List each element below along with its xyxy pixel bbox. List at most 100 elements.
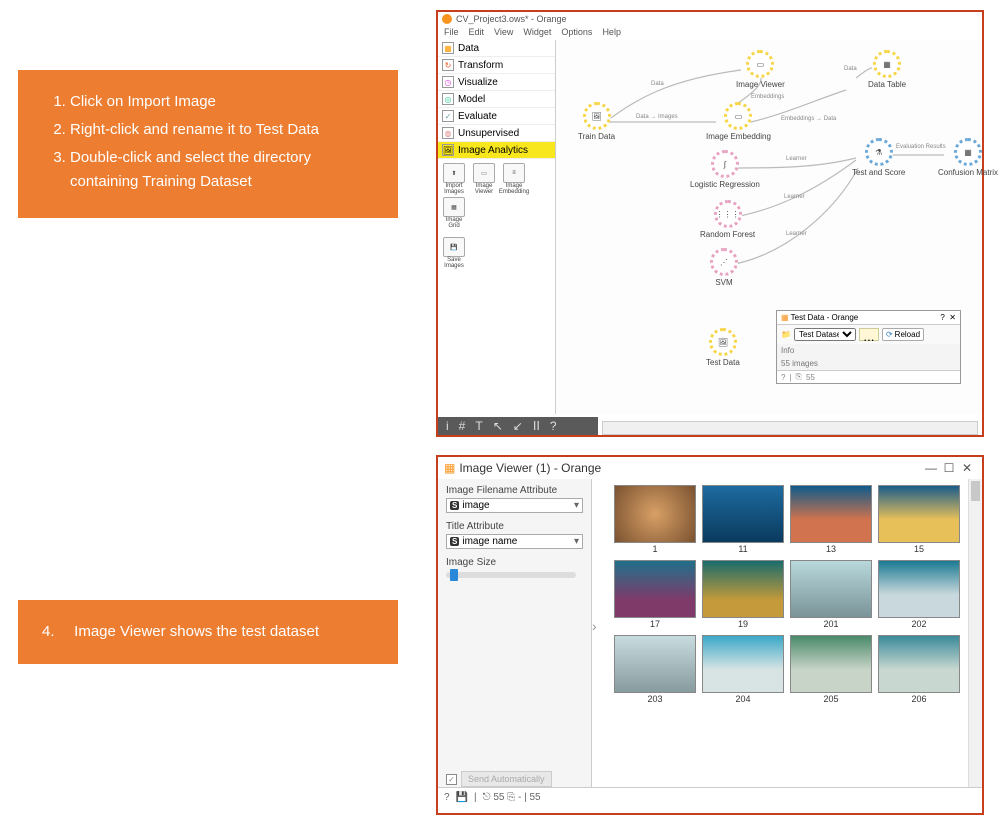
thumbnail-image[interactable]	[614, 485, 696, 543]
thumbnail-label: 205	[790, 694, 872, 704]
node-test-and-score[interactable]: ⚗Test and Score	[852, 138, 905, 177]
filename-attr-label: Image Filename Attribute	[446, 485, 583, 496]
widget-image-grid[interactable]: ▦Image Grid	[440, 197, 468, 229]
arrow2-icon[interactable]: ↙	[513, 419, 523, 433]
node-logistic-regression[interactable]: ∫Logistic Regression	[690, 150, 760, 189]
import-images-icon: 🖼	[583, 102, 611, 130]
node-data-table[interactable]: ▦Data Table	[868, 50, 906, 89]
widget-import-images[interactable]: ⬆Import Images	[440, 163, 468, 195]
dataset-select[interactable]: Test Dataset	[794, 328, 856, 341]
thumbnail-image[interactable]	[702, 635, 784, 693]
thumbnail-cell[interactable]: 17	[614, 560, 696, 629]
menu-edit[interactable]: Edit	[469, 27, 485, 37]
import-images-icon: 🖼	[709, 328, 737, 356]
widget-save-images[interactable]: 💾Save Images	[440, 237, 468, 269]
title-attr-select[interactable]: Simage name▾	[446, 534, 583, 549]
thumbnail-cell[interactable]: 201	[790, 560, 872, 629]
thumbnail-image[interactable]	[790, 560, 872, 618]
horizontal-scrollbar[interactable]	[602, 421, 978, 435]
thumbnail-label: 203	[614, 694, 696, 704]
browse-button[interactable]: ...	[859, 328, 879, 341]
send-auto-button[interactable]: Send Automatically	[461, 771, 552, 787]
node-image-embedding[interactable]: ▭Image Embedding	[706, 102, 771, 141]
close-icon[interactable]: ✕	[958, 461, 976, 475]
svg-text:Embeddings: Embeddings	[751, 94, 784, 100]
thumbnail-cell[interactable]: 13	[790, 485, 872, 554]
category-visualize[interactable]: ◷Visualize	[438, 74, 555, 91]
collapse-arrow-icon[interactable]: ›	[592, 618, 597, 634]
thumbnail-label: 13	[790, 544, 872, 554]
menu-widget[interactable]: Widget	[523, 27, 551, 37]
instruction-item: Click on Import Image	[70, 90, 374, 114]
thumbnail-cell[interactable]: 15	[878, 485, 960, 554]
info-icon[interactable]: i	[446, 419, 449, 433]
node-svm[interactable]: ⋰SVM	[710, 248, 738, 287]
vertical-scrollbar[interactable]	[968, 479, 982, 787]
minimize-icon[interactable]: —	[922, 461, 940, 475]
text-icon[interactable]: T	[475, 419, 482, 433]
thumbnail-label: 15	[878, 544, 960, 554]
category-transform[interactable]: ↻Transform	[438, 57, 555, 74]
thumbnail-cell[interactable]: 202	[878, 560, 960, 629]
menu-help[interactable]: Help	[602, 27, 621, 37]
node-image-viewer[interactable]: ▭Image Viewer	[736, 50, 785, 89]
thumbnail-image[interactable]	[878, 635, 960, 693]
visualize-icon: ◷	[442, 76, 454, 88]
evaluate-icon: ✓	[442, 110, 454, 122]
thumbnail-label: 19	[702, 619, 784, 629]
thumbnail-cell[interactable]: 11	[702, 485, 784, 554]
thumbnail-cell[interactable]: 1	[614, 485, 696, 554]
matrix-icon: ▦	[954, 138, 982, 166]
save-icon[interactable]: 💾	[456, 792, 468, 803]
image-grid-icon: ▦	[443, 197, 465, 217]
viewer-titlebar: ▦ Image Viewer (1) - Orange — ☐ ✕	[438, 457, 982, 479]
image-analytics-icon: 🖼	[442, 144, 454, 156]
help-icon[interactable]: ?	[550, 419, 557, 433]
menu-file[interactable]: File	[444, 27, 459, 37]
category-image-analytics[interactable]: 🖼Image Analytics	[438, 142, 555, 159]
category-model[interactable]: ◎Model	[438, 91, 555, 108]
thumbnail-image[interactable]	[614, 635, 696, 693]
menubar[interactable]: File Edit View Widget Options Help	[438, 26, 982, 40]
help-icon[interactable]: ?	[444, 792, 450, 803]
image-size-slider[interactable]	[446, 572, 576, 578]
widget-image-viewer[interactable]: ▭Image Viewer	[470, 163, 498, 195]
thumbnail-cell[interactable]: 19	[702, 560, 784, 629]
thumbnail-cell[interactable]: 204	[702, 635, 784, 704]
filename-attr-select[interactable]: Simage▾	[446, 498, 583, 513]
reload-button[interactable]: ⟳Reload	[882, 328, 924, 341]
arrow-icon[interactable]: ↖	[493, 419, 503, 433]
thumbnail-image[interactable]	[614, 560, 696, 618]
menu-options[interactable]: Options	[561, 27, 592, 37]
dialog-status-bar: ?|⎘55	[777, 370, 960, 383]
thumbnail-image[interactable]	[790, 485, 872, 543]
thumbnail-image[interactable]	[790, 635, 872, 693]
menu-view[interactable]: View	[494, 27, 513, 37]
workflow-canvas[interactable]: Data Data → Images Embeddings Embeddings…	[556, 40, 982, 414]
send-auto-checkbox[interactable]: ✓	[446, 774, 457, 785]
help-icon[interactable]: ?	[940, 313, 944, 322]
thumbnail-image[interactable]	[878, 485, 960, 543]
close-icon[interactable]: ✕	[949, 313, 956, 322]
category-data[interactable]: ▦Data	[438, 40, 555, 57]
category-unsupervised[interactable]: ◍Unsupervised	[438, 125, 555, 142]
thumbnail-cell[interactable]: 206	[878, 635, 960, 704]
node-confusion-matrix[interactable]: ▦Confusion Matrix	[938, 138, 998, 177]
widget-image-embedding[interactable]: ≡Image Embedding	[500, 163, 528, 195]
orange-logo-icon: ▦	[444, 461, 455, 475]
node-random-forest[interactable]: ⋮⋮⋮Random Forest	[700, 200, 755, 239]
hash-icon[interactable]: #	[459, 419, 466, 433]
app-titlebar: CV_Project3.ows* - Orange	[438, 12, 982, 26]
thumbnail-image[interactable]	[878, 560, 960, 618]
widget-sidebar: ▦Data ↻Transform ◷Visualize ◎Model ✓Eval…	[438, 40, 556, 414]
thumbnail-image[interactable]	[702, 560, 784, 618]
node-test-data[interactable]: 🖼Test Data	[706, 328, 740, 367]
thumbnail-image[interactable]	[702, 485, 784, 543]
thumbnail-cell[interactable]: 203	[614, 635, 696, 704]
bottom-toolbar[interactable]: i # T ↖ ↙ ⅠⅠ ?	[438, 417, 598, 435]
maximize-icon[interactable]: ☐	[940, 461, 958, 475]
thumbnail-cell[interactable]: 205	[790, 635, 872, 704]
pause-icon[interactable]: ⅠⅠ	[533, 419, 540, 433]
category-evaluate[interactable]: ✓Evaluate	[438, 108, 555, 125]
node-train-data[interactable]: 🖼Train Data	[578, 102, 615, 141]
